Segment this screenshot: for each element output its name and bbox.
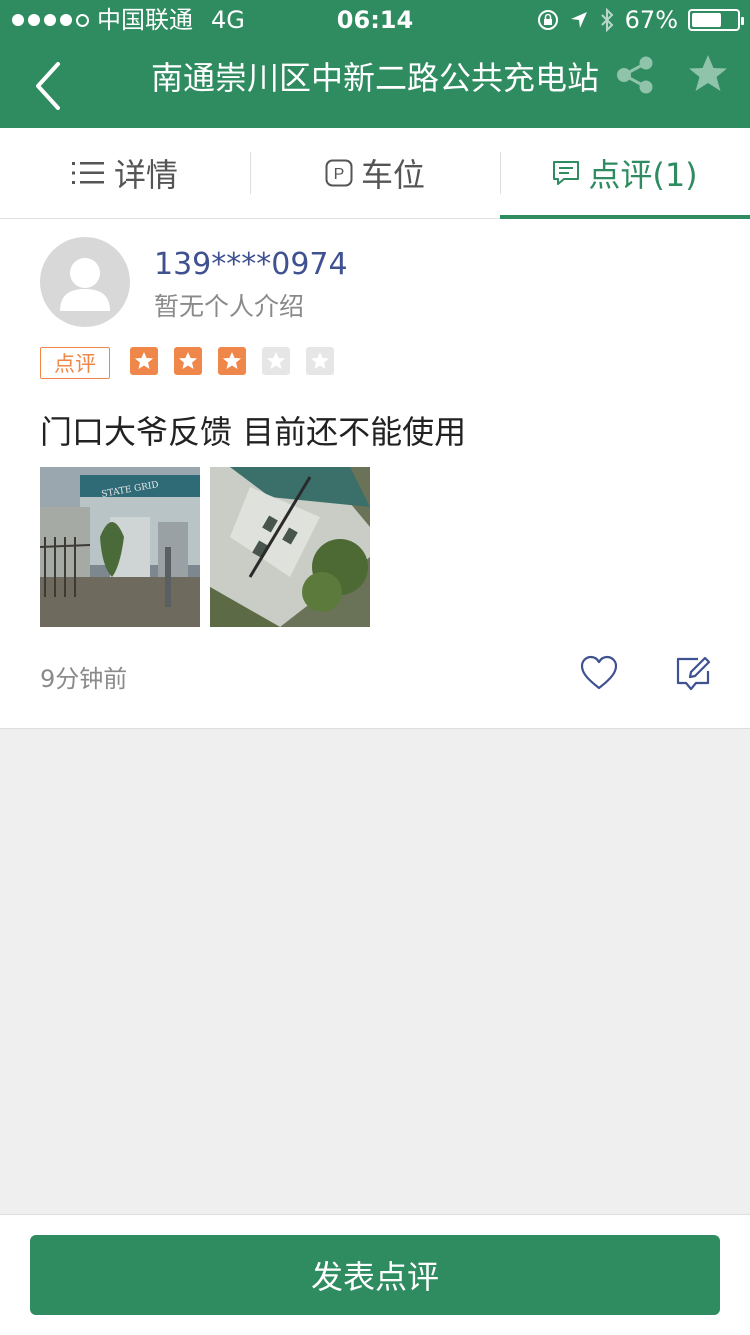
list-icon [71,162,104,184]
star-filled-icon [130,347,158,375]
review-card: 139****0974 暂无个人介绍 点评 门口大爷反馈 目前还不能使用 STA… [0,219,750,729]
tab-parking[interactable]: P 车位 [250,128,500,218]
header: 中国联通 4G 06:14 67% 南通崇川区中新二路公共充电站 [0,0,750,128]
reply-edit-icon[interactable] [674,655,712,693]
star-filled-icon [174,347,202,375]
back-icon[interactable] [28,52,68,116]
tab-reviews[interactable]: 点评(1) [500,128,750,219]
svg-text:P: P [334,166,345,183]
avatar[interactable] [40,237,130,327]
favorite-star-icon[interactable] [686,52,730,96]
review-photo[interactable]: STATE GRID [40,467,200,627]
tab-reviews-label: 点评(1) [588,156,698,194]
tab-details-label: 详情 [113,156,178,194]
review-time: 9分钟前 [40,665,128,693]
star-empty-icon [262,347,290,375]
status-bar: 中国联通 4G 06:14 67% [0,0,750,40]
battery-percent: 67% [624,6,678,34]
like-heart-icon[interactable] [580,655,618,691]
footer-bar: 发表点评 [0,1214,750,1335]
user-silhouette-icon [60,258,110,311]
review-text: 门口大爷反馈 目前还不能使用 [40,413,467,451]
share-icon[interactable] [614,54,656,96]
navigation-bar: 南通崇川区中新二路公共充电站 [0,40,750,128]
page-title: 南通崇川区中新二路公共充电站 [150,59,599,97]
star-empty-icon [306,347,334,375]
charging-station-gate-photo: STATE GRID [40,467,200,627]
review-user-bio: 暂无个人介绍 [154,292,305,321]
review-photo[interactable] [210,467,370,627]
charging-station-tilted-photo [210,467,370,627]
tab-parking-label: 车位 [360,156,425,194]
post-review-button[interactable]: 发表点评 [30,1235,720,1315]
review-tag: 点评 [40,347,110,379]
star-filled-icon [218,347,246,375]
review-username[interactable]: 139****0974 [154,247,348,282]
rotation-lock-icon [537,10,558,30]
comment-icon [553,161,580,185]
location-icon [570,12,587,28]
battery-icon [688,9,744,31]
tab-bar: 详情 P 车位 点评(1) [0,128,750,219]
tab-details[interactable]: 详情 [0,128,250,218]
parking-icon: P [325,159,353,187]
rating-stars [130,347,334,375]
bluetooth-icon [600,8,614,32]
